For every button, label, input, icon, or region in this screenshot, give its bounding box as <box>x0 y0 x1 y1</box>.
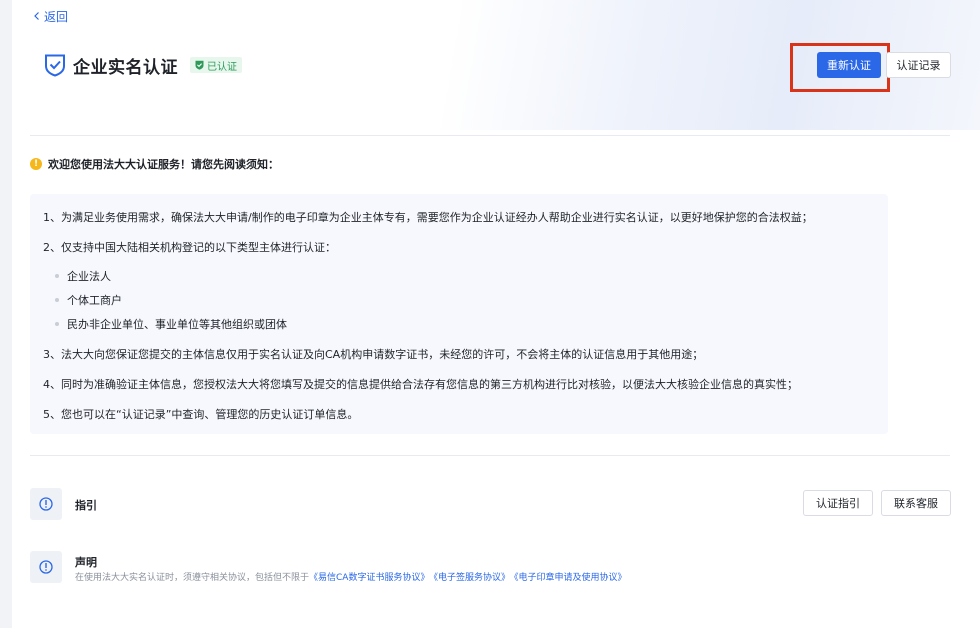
divider <box>30 455 950 456</box>
notice-item: 1、为满足业务使用需求，确保法大大申请/制作的电子印章为企业主体专有，需要您作为… <box>43 211 813 224</box>
notice-item: 2、仅支持中国大陆相关机构登记的以下类型主体进行认证： <box>43 241 336 254</box>
guide-button[interactable]: 认证指引 <box>803 490 873 516</box>
entity-type-item: 个体工商户 <box>55 292 122 308</box>
e-sign-service-agreement-link[interactable]: 《电子签服务协议》 <box>433 573 510 583</box>
e-seal-agreement-link[interactable]: 《电子印章申请及使用协议》 <box>514 573 627 583</box>
contact-support-button[interactable]: 联系客服 <box>881 490 951 516</box>
back-label: 返回 <box>44 9 69 24</box>
reauth-button[interactable]: 重新认证 <box>817 52 881 78</box>
title-row: 企业实名认证 已认证 <box>44 52 242 78</box>
chevron-left-icon <box>34 12 39 20</box>
info-icon <box>39 560 53 574</box>
notice-item: 5、您也可以在“认证记录”中查询、管理您的历史认证订单信息。 <box>43 408 359 421</box>
entity-type-item: 企业法人 <box>55 268 111 284</box>
notice-header-text: 欢迎您使用法大大认证服务！请您先阅读须知： <box>48 158 279 171</box>
status-badge: 已认证 <box>190 57 242 73</box>
bullet-dot <box>55 322 59 326</box>
entity-type-label: 民办非企业单位、事业单位等其他组织或团体 <box>67 318 287 331</box>
warning-icon: ! <box>30 158 42 170</box>
guide-title: 指引 <box>75 499 97 512</box>
statement-icon-box <box>30 551 62 583</box>
records-button[interactable]: 认证记录 <box>886 52 951 78</box>
status-badge-label: 已认证 <box>207 61 237 73</box>
divider <box>30 135 950 136</box>
bullet-dot <box>55 298 59 302</box>
entity-type-item: 民办非企业单位、事业单位等其他组织或团体 <box>55 316 287 332</box>
guide-icon-box <box>30 488 62 520</box>
notice-item: 3、法大大向您保证您提交的主体信息仅用于实名认证及向CA机构申请数字证书，未经您… <box>43 348 704 361</box>
bullet-dot <box>55 274 59 278</box>
notice-box: 1、为满足业务使用需求，确保法大大申请/制作的电子印章为企业主体专有，需要您作为… <box>30 194 888 434</box>
entity-type-label: 个体工商户 <box>67 294 122 307</box>
notice-item: 4、同时为准确验证主体信息，您授权法大大将您填写及提交的信息提供给合法存有您信息… <box>43 378 798 391</box>
back-link[interactable]: 返回 <box>32 8 68 24</box>
statement-body: 在使用法大大实名认证时，须遵守相关协议，包括但不限于 <box>75 573 310 583</box>
page-container: 返回 企业实名认证 已认证 重新认证 认证记录 ! 欢迎您使用法大大认证服务！请… <box>12 0 980 628</box>
ca-certificate-agreement-link[interactable]: 《易信CA数字证书服务协议》 <box>309 573 429 583</box>
statement-title: 声明 <box>75 556 97 569</box>
info-icon <box>39 497 53 511</box>
entity-type-label: 企业法人 <box>67 270 111 283</box>
notice-header: ! 欢迎您使用法大大认证服务！请您先阅读须知： <box>30 156 279 172</box>
verified-shield-icon <box>195 60 204 70</box>
shield-check-icon <box>45 54 65 77</box>
statement-text: 在使用法大大实名认证时，须遵守相关协议，包括但不限于《易信CA数字证书服务协议》… <box>75 570 627 583</box>
page-title: 企业实名认证 <box>73 57 178 78</box>
